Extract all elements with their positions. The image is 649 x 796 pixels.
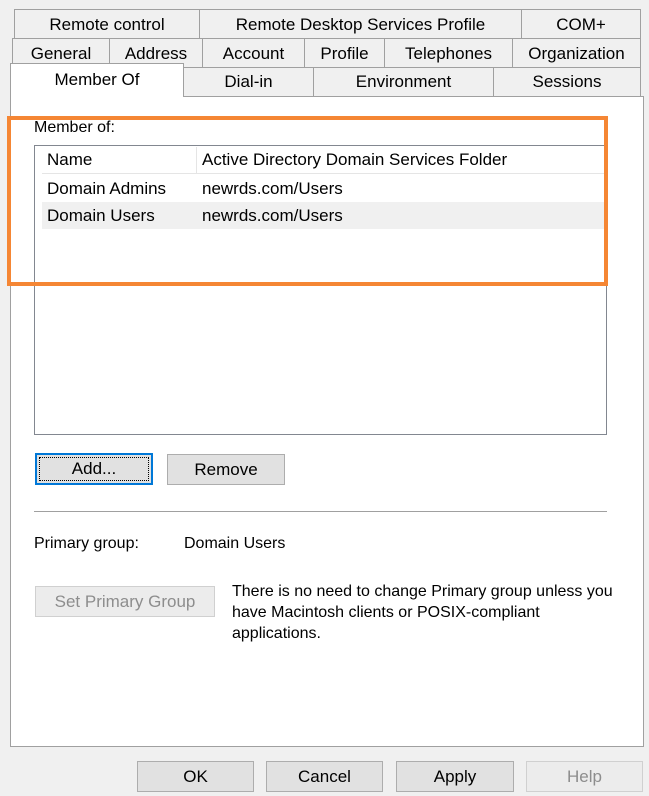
table-row[interactable]: Domain Admins newrds.com/Users [42,175,604,202]
remove-button[interactable]: Remove [167,454,285,485]
group-name-cell: Domain Admins [47,178,167,198]
tab-telephones[interactable]: Telephones [384,38,513,69]
tab-remote-desktop-services-profile[interactable]: Remote Desktop Services Profile [199,9,522,40]
primary-group-note: There is no need to change Primary group… [232,583,613,642]
separator [34,511,607,512]
group-folder-cell: newrds.com/Users [202,178,343,198]
member-of-label: Member of: [34,119,115,136]
listview-header: Name Active Directory Domain Services Fo… [42,147,604,174]
properties-dialog: Remote control Remote Desktop Services P… [0,0,649,796]
tab-com-plus[interactable]: COM+ [521,9,641,40]
member-of-listview[interactable]: Name Active Directory Domain Services Fo… [34,145,607,435]
tab-organization[interactable]: Organization [512,38,641,69]
ok-button[interactable]: OK [137,761,254,792]
tab-environment[interactable]: Environment [313,67,494,97]
cancel-button[interactable]: Cancel [266,761,383,792]
tab-profile[interactable]: Profile [304,38,385,69]
apply-button[interactable]: Apply [396,761,514,792]
table-row[interactable]: Domain Users newrds.com/Users [42,202,604,229]
help-button[interactable]: Help [526,761,643,792]
set-primary-group-button[interactable]: Set Primary Group [35,586,215,617]
add-button[interactable]: Add... [35,453,153,485]
primary-group-value: Domain Users [184,535,286,552]
tab-sessions[interactable]: Sessions [493,67,641,97]
tab-member-of[interactable]: Member Of [10,63,184,97]
group-name-cell: Domain Users [47,205,155,225]
add-button-label: Add... [71,459,117,478]
member-of-tab-page: Member of: Name Active Directory Domain … [10,96,644,747]
tab-account[interactable]: Account [202,38,305,69]
column-header-folder[interactable]: Active Directory Domain Services Folder [197,147,604,173]
tab-remote-control[interactable]: Remote control [14,9,200,40]
group-folder-cell: newrds.com/Users [202,205,343,225]
tab-dial-in[interactable]: Dial-in [183,67,314,97]
column-header-name[interactable]: Name [42,147,197,173]
primary-group-label: Primary group: [34,535,139,552]
